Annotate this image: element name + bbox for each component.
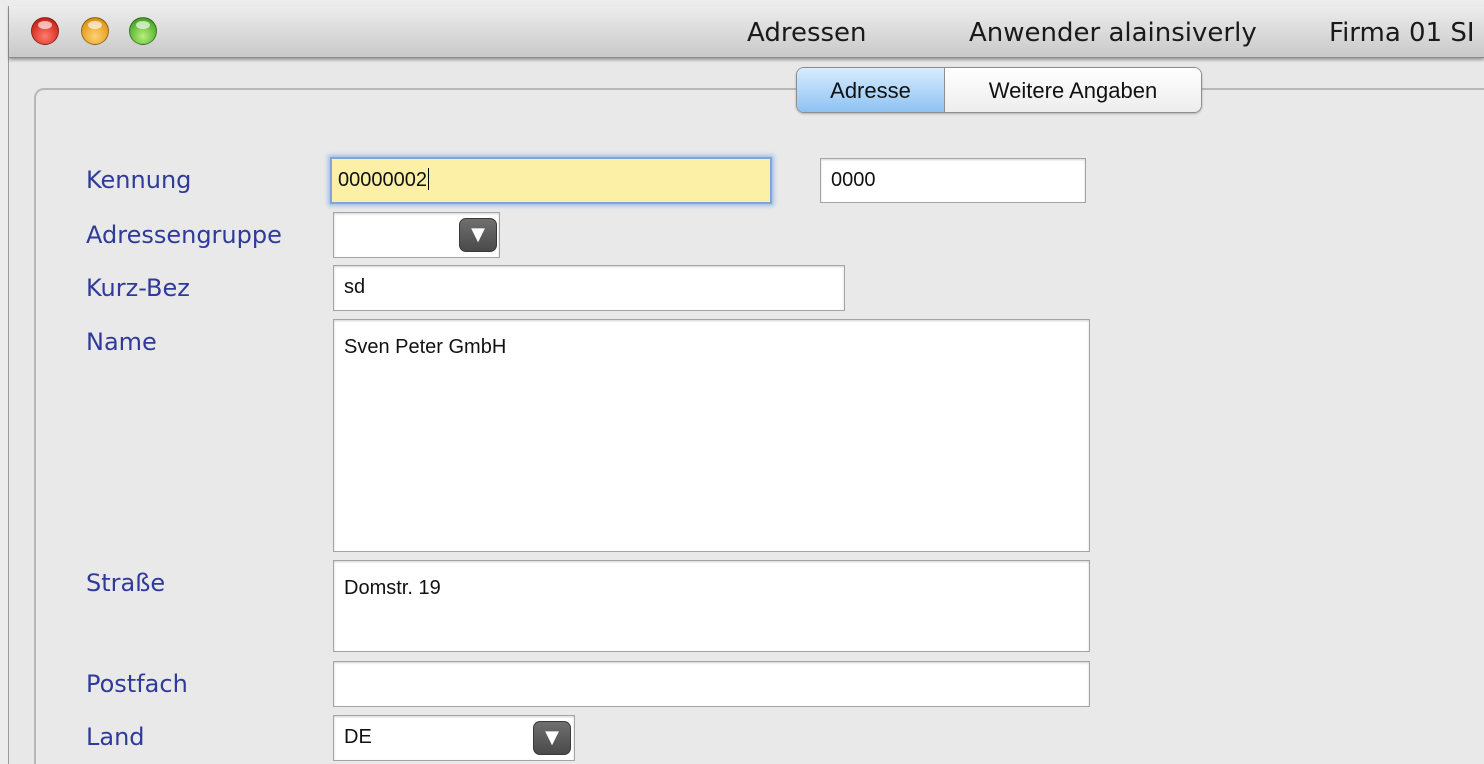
strasse-label: Straße: [86, 569, 166, 597]
tab-weitere-angaben[interactable]: Weitere Angaben: [945, 68, 1201, 112]
close-icon[interactable]: [31, 17, 59, 45]
name-textarea[interactable]: Sven Peter GmbH: [333, 319, 1090, 552]
strasse-textarea[interactable]: Domstr. 19: [333, 560, 1090, 652]
minimize-icon[interactable]: [81, 17, 109, 45]
tab-bar: Adresse Weitere Angaben: [796, 67, 1202, 113]
zoom-icon[interactable]: [129, 17, 157, 45]
kurz-bez-label: Kurz-Bez: [86, 274, 190, 302]
kennung-value: 00000002: [338, 169, 427, 191]
postfach-input[interactable]: [333, 661, 1090, 707]
land-label: Land: [86, 723, 145, 751]
title-bar[interactable]: Adressen Anwender alainsiverly Firma 01 …: [9, 6, 1484, 58]
tab-adresse[interactable]: Adresse: [797, 68, 945, 112]
chevron-down-icon[interactable]: ▼: [459, 218, 497, 252]
user-info: Anwender alainsiverly: [969, 18, 1257, 48]
name-label: Name: [86, 328, 157, 356]
text-caret: [427, 168, 429, 190]
company-info: Firma 01 SI: [1329, 18, 1475, 48]
kennung-suffix-input[interactable]: 0000: [820, 158, 1086, 203]
window-title: Adressen: [747, 18, 867, 48]
kennung-input[interactable]: 00000002: [330, 157, 772, 204]
adressengruppe-label: Adressengruppe: [86, 221, 282, 249]
chevron-down-icon[interactable]: ▼: [533, 721, 571, 755]
postfach-label: Postfach: [86, 670, 188, 698]
kennung-label: Kennung: [86, 166, 192, 194]
kurz-bez-input[interactable]: sd: [333, 265, 845, 311]
